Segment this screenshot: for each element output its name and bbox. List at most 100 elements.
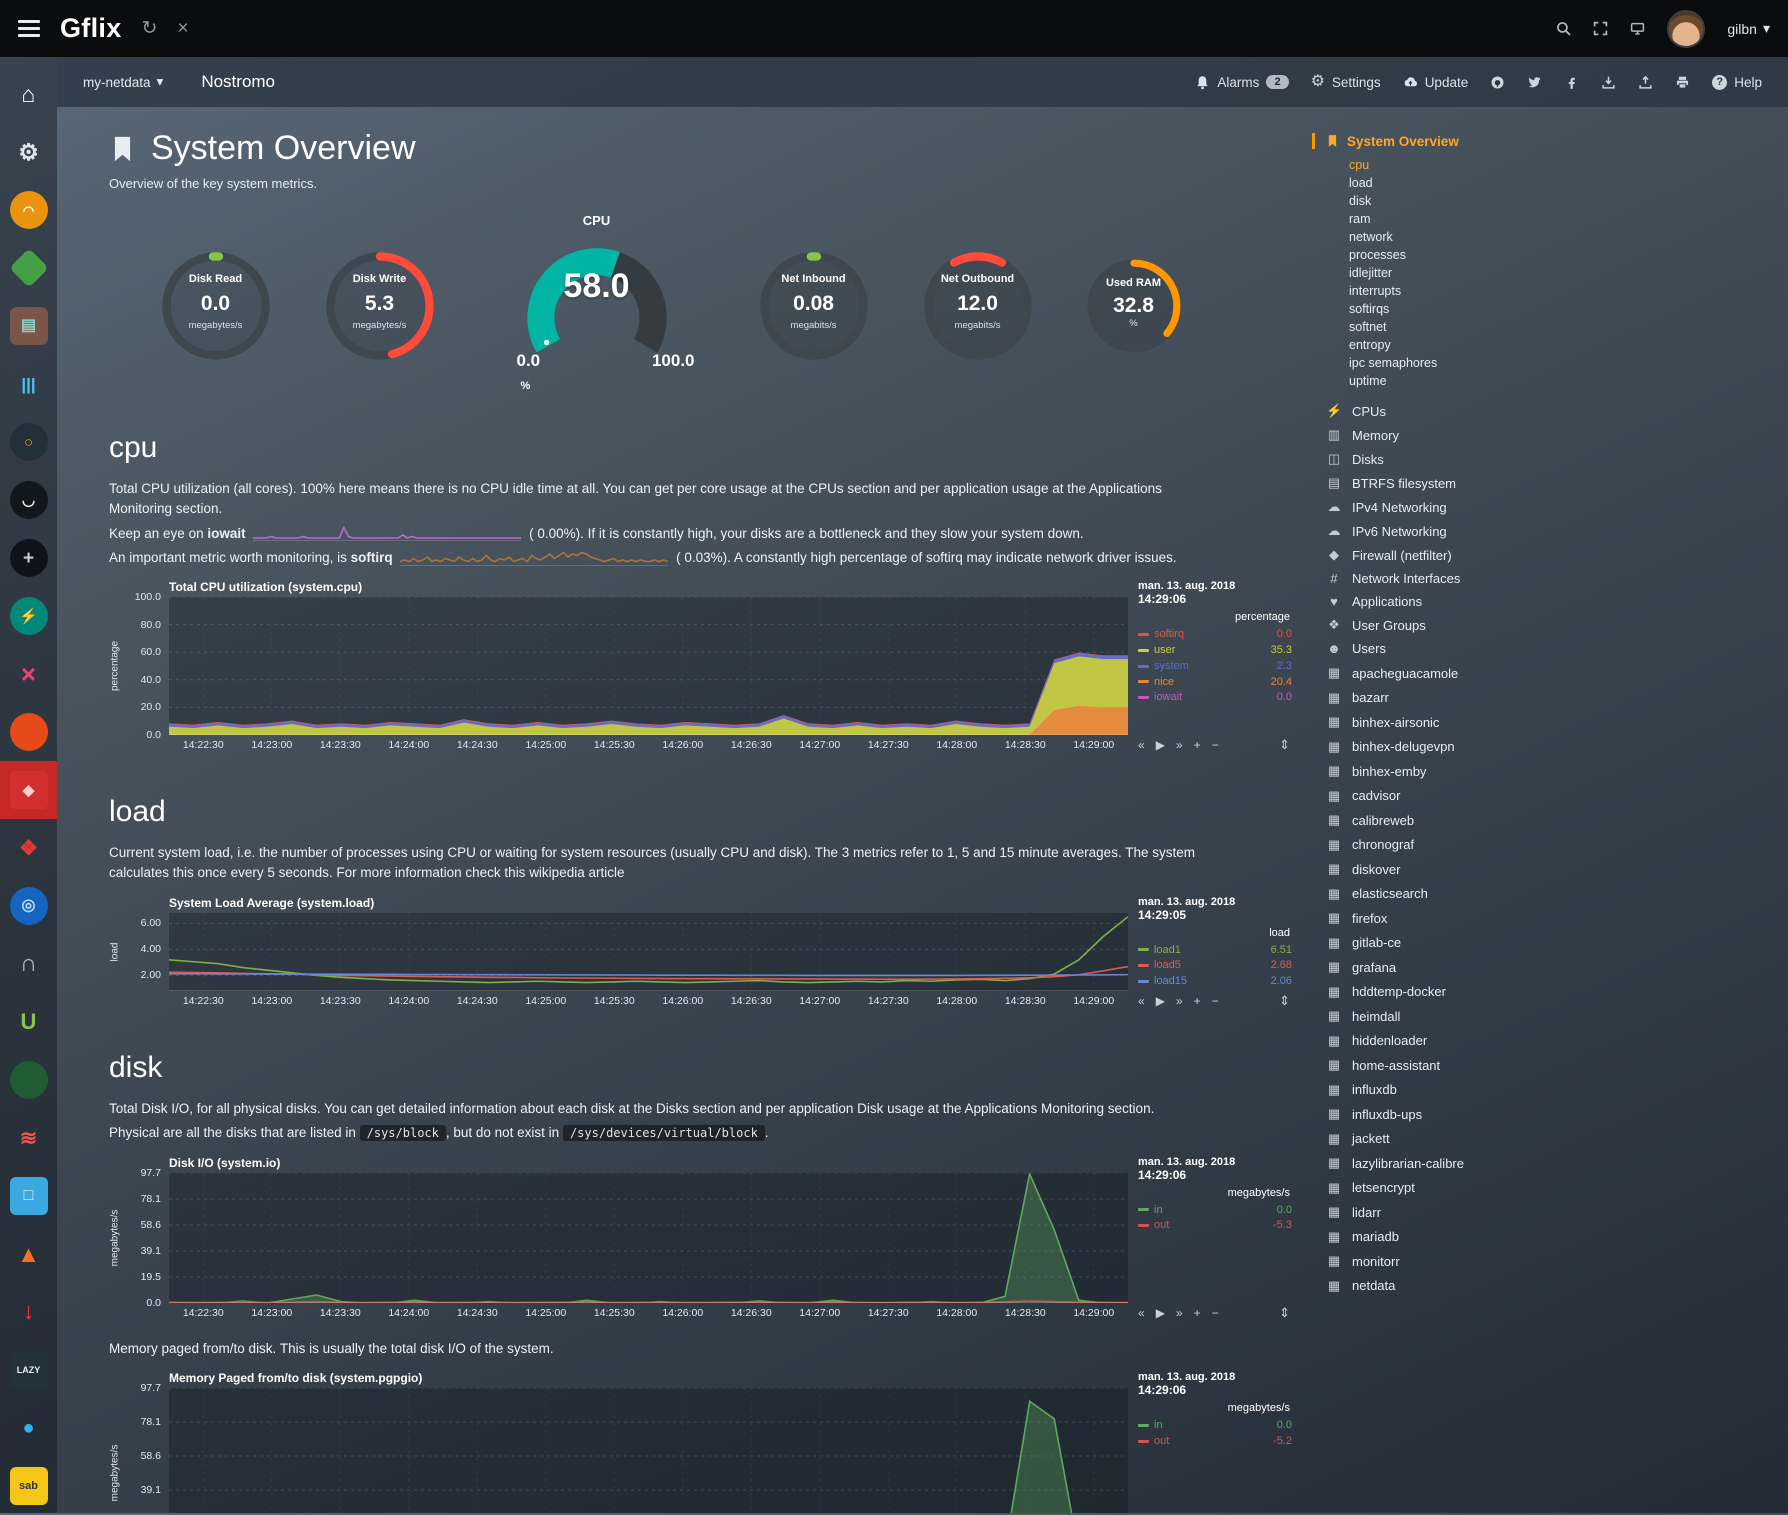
nav-container-item[interactable]: ▦ grafana xyxy=(1326,959,1788,975)
legend-item[interactable]: out -5.3 xyxy=(1138,1218,1292,1233)
sidebar-app[interactable]: ● xyxy=(0,1399,57,1457)
nav-container-item[interactable]: ▦ letsencrypt xyxy=(1326,1180,1788,1196)
nav-sub-item[interactable]: cpu xyxy=(1349,158,1788,172)
play-button[interactable]: ▶ xyxy=(1156,738,1165,752)
zoom-out-button[interactable]: − xyxy=(1212,994,1219,1008)
nav-section-item[interactable]: ⚡ CPUs xyxy=(1326,403,1788,419)
nav-section-item[interactable]: ☁ IPv6 Networking xyxy=(1326,523,1788,539)
sidebar-app[interactable]: LAZY xyxy=(0,1341,57,1399)
pan-right-button[interactable]: » xyxy=(1176,994,1183,1008)
disk-read-gauge[interactable]: Disk Read 0.0 megabytes/s xyxy=(157,247,275,365)
sidebar-app[interactable]: ◠ xyxy=(0,181,57,239)
iowait-sparkline[interactable] xyxy=(253,526,521,541)
sidebar-app[interactable]: ⚡ xyxy=(0,587,57,645)
nav-container-item[interactable]: ▦ heimdall xyxy=(1326,1008,1788,1024)
legend-item[interactable]: iowait 0.0 xyxy=(1138,690,1292,705)
nav-section-item[interactable]: ☻ Users xyxy=(1326,641,1788,656)
nav-sub-item[interactable]: entropy xyxy=(1349,338,1788,352)
nav-container-item[interactable]: ▦ influxdb xyxy=(1326,1082,1788,1098)
legend-item[interactable]: user 35.3 xyxy=(1138,643,1292,658)
nav-container-item[interactable]: ▦ calibreweb xyxy=(1326,812,1788,828)
nav-container-item[interactable]: ▦ jackett xyxy=(1326,1131,1788,1147)
pan-right-button[interactable]: » xyxy=(1176,1306,1183,1320)
nav-sub-item[interactable]: interrupts xyxy=(1349,284,1788,298)
facebook-icon[interactable] xyxy=(1564,75,1579,90)
softirq-sparkline[interactable] xyxy=(400,551,668,566)
nav-container-item[interactable]: ▦ netdata xyxy=(1326,1278,1788,1294)
legend-item[interactable]: system 2.3 xyxy=(1138,659,1292,674)
resize-handle[interactable]: ⇕ xyxy=(1279,993,1290,1009)
nav-section-item[interactable]: ▤ BTRFS filesystem xyxy=(1326,475,1788,491)
disk-write-gauge[interactable]: Disk Write 5.3 megabytes/s xyxy=(321,247,439,365)
server-dropdown[interactable]: my-netdata ▾ xyxy=(83,74,163,90)
play-button[interactable]: ▶ xyxy=(1156,994,1165,1008)
zoom-in-button[interactable]: + xyxy=(1194,994,1201,1008)
chart-plot-area[interactable]: megabytes/s 0.019.539.158.678.197.7 xyxy=(169,1388,1128,1513)
nav-sub-item[interactable]: load xyxy=(1349,176,1788,190)
nav-sub-item[interactable]: uptime xyxy=(1349,374,1788,388)
legend-item[interactable]: load15 2.06 xyxy=(1138,974,1292,989)
chart-plot-area[interactable]: megabytes/s 0.019.539.158.678.197.7 xyxy=(169,1173,1128,1303)
legend-item[interactable]: out -5.2 xyxy=(1138,1434,1292,1449)
sidebar-app[interactable]: ≋ xyxy=(0,1109,57,1167)
update-button[interactable]: Update xyxy=(1403,75,1469,90)
sidebar-app[interactable]: ❖ xyxy=(0,819,57,877)
legend-item[interactable]: load1 6.51 xyxy=(1138,943,1292,958)
legend-item[interactable]: in 0.0 xyxy=(1138,1203,1292,1218)
pan-left-button[interactable]: « xyxy=(1138,738,1145,752)
search-icon[interactable] xyxy=(1556,21,1571,36)
nav-sub-item[interactable]: disk xyxy=(1349,194,1788,208)
user-menu[interactable]: gilbn ▾ xyxy=(1727,20,1770,37)
nav-container-item[interactable]: ▦ mariadb xyxy=(1326,1229,1788,1245)
nav-sub-item[interactable]: idlejitter xyxy=(1349,266,1788,280)
import-snapshot-icon[interactable] xyxy=(1638,75,1653,90)
user-avatar[interactable] xyxy=(1667,10,1705,48)
sidebar-app[interactable]: ◆ xyxy=(0,761,57,819)
close-tab-icon[interactable]: × xyxy=(177,19,188,38)
nav-sub-item[interactable]: processes xyxy=(1349,248,1788,262)
nav-container-item[interactable]: ▦ hiddenloader xyxy=(1326,1033,1788,1049)
zoom-out-button[interactable]: − xyxy=(1212,738,1219,752)
fullscreen-icon[interactable] xyxy=(1593,21,1608,36)
legend-item[interactable]: softirq 0.0 xyxy=(1138,627,1292,642)
legend-item[interactable]: nice 20.4 xyxy=(1138,675,1292,690)
nav-container-item[interactable]: ▦ bazarr xyxy=(1326,690,1788,706)
nav-container-item[interactable]: ▦ diskover xyxy=(1326,861,1788,877)
nav-section-item[interactable]: # Network Interfaces xyxy=(1326,571,1788,586)
nav-sub-item[interactable]: softnet xyxy=(1349,320,1788,334)
nav-container-item[interactable]: ▦ binhex-delugevpn xyxy=(1326,739,1788,755)
sidebar-app[interactable] xyxy=(0,1051,57,1109)
chart-plot-area[interactable]: percentage 0.020.040.060.080.0100.0 xyxy=(169,597,1128,735)
nav-container-item[interactable]: ▦ elasticsearch xyxy=(1326,886,1788,902)
nav-container-item[interactable]: ▦ hddtemp-docker xyxy=(1326,984,1788,1000)
nav-container-item[interactable]: ▦ binhex-emby xyxy=(1326,763,1788,779)
sidebar-app[interactable]: ||| xyxy=(0,355,57,413)
sidebar-app[interactable]: + xyxy=(0,529,57,587)
zoom-in-button[interactable]: + xyxy=(1194,1306,1201,1320)
pan-left-button[interactable]: « xyxy=(1138,994,1145,1008)
nav-container-item[interactable]: ▦ cadvisor xyxy=(1326,788,1788,804)
nav-container-item[interactable]: ▦ chronograf xyxy=(1326,837,1788,853)
nav-container-item[interactable]: ▦ influxdb-ups xyxy=(1326,1106,1788,1122)
export-snapshot-icon[interactable] xyxy=(1601,75,1616,90)
resize-handle[interactable]: ⇕ xyxy=(1279,737,1290,753)
nav-sub-item[interactable]: ipc semaphores xyxy=(1349,356,1788,370)
sidebar-app[interactable]: ◡ xyxy=(0,471,57,529)
monitor-icon[interactable] xyxy=(1630,21,1645,36)
sidebar-app[interactable]: ⌂ xyxy=(0,65,57,123)
nav-container-item[interactable]: ▦ firefox xyxy=(1326,910,1788,926)
legend-item[interactable]: in 0.0 xyxy=(1138,1418,1292,1433)
net-outbound-gauge[interactable]: Net Outbound 12.0 megabits/s xyxy=(919,247,1037,365)
nav-container-item[interactable]: ▦ home-assistant xyxy=(1326,1057,1788,1073)
nav-container-item[interactable]: ▦ apacheguacamole xyxy=(1326,665,1788,681)
nav-container-item[interactable]: ▦ binhex-airsonic xyxy=(1326,714,1788,730)
github-icon[interactable] xyxy=(1490,75,1505,90)
used-ram-gauge[interactable]: Used RAM 32.8 % xyxy=(1083,255,1185,357)
sidebar-app[interactable]: □ xyxy=(0,1167,57,1225)
net-inbound-gauge[interactable]: Net Inbound 0.08 megabits/s xyxy=(755,247,873,365)
nav-container-item[interactable]: ▦ gitlab-ce xyxy=(1326,935,1788,951)
sidebar-app[interactable]: ▤ xyxy=(0,297,57,355)
help-button[interactable]: ? Help xyxy=(1712,75,1762,90)
nav-section-item[interactable]: ♥ Applications xyxy=(1326,594,1788,609)
nav-section-item[interactable]: ▥ Memory xyxy=(1326,427,1788,443)
